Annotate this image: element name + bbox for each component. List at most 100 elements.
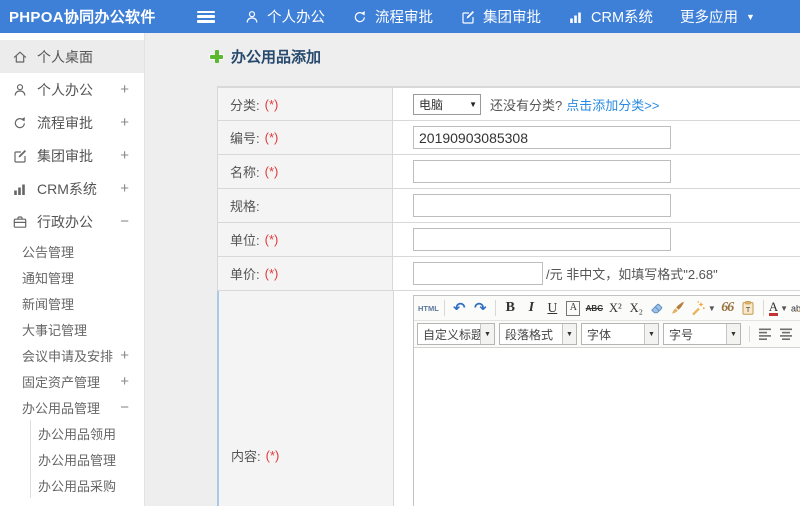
caret-down-icon: ▼ [644, 324, 658, 344]
sidebar-item-label: 公告管理 [22, 244, 75, 260]
toolbar-separator [443, 300, 445, 316]
spec-input[interactable] [413, 194, 671, 217]
form-row-content: 内容:(*) HTML↶↷BIUAABCX²X₂▼66TA▼ab▼ 自定义标题▼… [217, 291, 800, 506]
sidebar-item-fixed-assets-mgmt[interactable]: 固定资产管理 + [0, 368, 144, 394]
hamburger-menu-icon[interactable] [197, 10, 215, 23]
glyph: I [528, 300, 535, 315]
svg-text:ab: ab [791, 304, 800, 314]
auto-typeset-button[interactable]: ▼ [689, 298, 717, 318]
edit-icon [12, 148, 28, 164]
category-select[interactable]: 电脑 ▼ [413, 93, 481, 115]
source-code-button[interactable]: HTML [417, 298, 440, 318]
align-center-button[interactable] [775, 324, 796, 344]
sidebar-item-label: 行政办公 [37, 213, 93, 230]
nav-item-label: 集团审批 [483, 10, 541, 26]
expand-toggle-icon[interactable]: + [120, 347, 129, 364]
align-center-icon [778, 326, 794, 342]
page-title-text: 办公用品添加 [231, 49, 322, 66]
char-border-button[interactable]: A [563, 298, 584, 318]
price-format-hint: /元 非中文，如填写格式"2.68" [546, 267, 718, 282]
sidebar-item-crm-system[interactable]: CRM系统 + [0, 172, 144, 205]
paste-as-text-button[interactable]: T [738, 298, 759, 318]
sidebar-item-notice-mgmt[interactable]: 通知管理 [0, 264, 144, 290]
font-color-button[interactable]: A ▼ [768, 298, 789, 318]
align-left-icon [757, 326, 773, 342]
add-category-link[interactable]: 点击添加分类>> [566, 95, 659, 114]
remove-format-button[interactable] [647, 298, 668, 318]
align-right-button[interactable] [796, 324, 800, 344]
redo-button[interactable]: ↷ [470, 298, 491, 318]
spec-label: 规格: [218, 189, 393, 222]
undo-button[interactable]: ↶ [449, 298, 470, 318]
font-size-select[interactable]: 字号 ▼ [663, 323, 741, 345]
bold-button[interactable]: B [500, 298, 521, 318]
sidebar-item-office-supplies-manage[interactable]: 办公用品管理 [31, 446, 144, 472]
sidebar-item-announcement-mgmt[interactable]: 公告管理 [0, 238, 144, 264]
caret-down-icon: ▼ [746, 11, 755, 22]
expand-toggle-icon[interactable]: − [120, 213, 129, 230]
expand-toggle-icon[interactable]: − [120, 399, 129, 416]
nav-item-workflow-approval[interactable]: 流程审批 [352, 6, 433, 27]
main-content: 办公用品添加 分类: (*) 电脑 ▼ 还没有分类? 点击添加分类>> 编号: (*… [146, 33, 800, 506]
sidebar-item-personal-desktop[interactable]: 个人桌面 [0, 40, 144, 73]
expand-toggle-icon[interactable]: + [120, 147, 129, 164]
subscript-button[interactable]: X₂ [626, 298, 647, 318]
unit-input[interactable] [413, 228, 671, 251]
wand-icon [690, 300, 706, 316]
sidebar-submenu: 公告管理 通知管理 新闻管理 大事记管理 会议申请及安排 + 固定资产管理 + 办公用品管理 − 办… [0, 238, 144, 498]
glyph: ↶ [453, 300, 466, 317]
nav-item-label: CRM系统 [591, 10, 654, 26]
rich-text-editor: HTML↶↷BIUAABCX²X₂▼66TA▼ab▼ 自定义标题▼段落格式▼字体… [413, 295, 800, 506]
name-input[interactable] [413, 160, 671, 183]
form-row-name: 名称: (*) [217, 155, 800, 189]
sidebar-item-label: 办公用品管理 [22, 400, 101, 416]
custom-title-select[interactable]: 自定义标题 ▼ [417, 323, 495, 345]
brush-icon [670, 300, 686, 316]
chart-icon [12, 181, 28, 197]
expand-toggle-icon[interactable]: + [120, 180, 129, 197]
glyph: A [768, 299, 779, 316]
strikethrough-button[interactable]: ABC [584, 298, 605, 318]
required-asterisk: (*) [264, 232, 279, 247]
underline-button[interactable]: U [542, 298, 563, 318]
edit-icon [460, 9, 476, 25]
chart-icon [568, 9, 584, 25]
sidebar-item-admin-office[interactable]: 行政办公 − [0, 205, 144, 238]
superscript-button[interactable]: X² [605, 298, 626, 318]
code-input[interactable] [413, 126, 671, 149]
paragraph-format-select[interactable]: 段落格式 ▼ [499, 323, 577, 345]
sidebar-item-label: 固定资产管理 [22, 374, 101, 390]
background-color-button[interactable]: ab▼ [789, 298, 800, 318]
sidebar-item-group-approval[interactable]: 集团审批 + [0, 139, 144, 172]
select-label: 自定义标题 [423, 327, 480, 342]
align-left-button[interactable] [754, 324, 775, 344]
editor-body[interactable] [414, 348, 800, 506]
sidebar-item-meeting-request-arrange[interactable]: 会议申请及安排 + [0, 342, 144, 368]
sidebar-item-news-mgmt[interactable]: 新闻管理 [0, 290, 144, 316]
sidebar-item-workflow-approval[interactable]: 流程审批 + [0, 106, 144, 139]
sidebar-item-label: 流程审批 [37, 114, 93, 131]
briefcase-icon [12, 214, 28, 230]
nav-item-group-approval[interactable]: 集团审批 [460, 6, 541, 27]
sidebar-item-office-supplies-receive[interactable]: 办公用品领用 [31, 420, 144, 446]
italic-button[interactable]: I [521, 298, 542, 318]
font-family-select[interactable]: 字体 ▼ [581, 323, 659, 345]
expand-toggle-icon[interactable]: + [120, 373, 129, 390]
nav-item-more-apps[interactable]: 更多应用 ▼ [680, 6, 755, 27]
nav-item-crm-system[interactable]: CRM系统 [568, 6, 653, 27]
sidebar-item-memorabilia-mgmt[interactable]: 大事记管理 [0, 316, 144, 342]
format-painter-button[interactable] [668, 298, 689, 318]
expand-toggle-icon[interactable]: + [120, 81, 129, 98]
nav-item-personal-office[interactable]: 个人办公 [244, 6, 325, 27]
form-row-code: 编号: (*) [217, 121, 800, 155]
sidebar-item-personal-office[interactable]: 个人办公 + [0, 73, 144, 106]
blockquote-button[interactable]: 66 [717, 298, 738, 318]
sidebar-item-label: 办公用品领用 [38, 426, 117, 442]
nav-item-label: 个人办公 [267, 10, 325, 26]
expand-toggle-icon[interactable]: + [120, 114, 129, 131]
caret-down-icon: ▼ [469, 99, 477, 109]
required-asterisk: (*) [264, 96, 279, 112]
price-input[interactable] [413, 262, 543, 285]
sidebar-item-office-supplies-purchase[interactable]: 办公用品采购 [31, 472, 144, 498]
sidebar-item-office-supplies-mgmt[interactable]: 办公用品管理 − [0, 394, 144, 420]
